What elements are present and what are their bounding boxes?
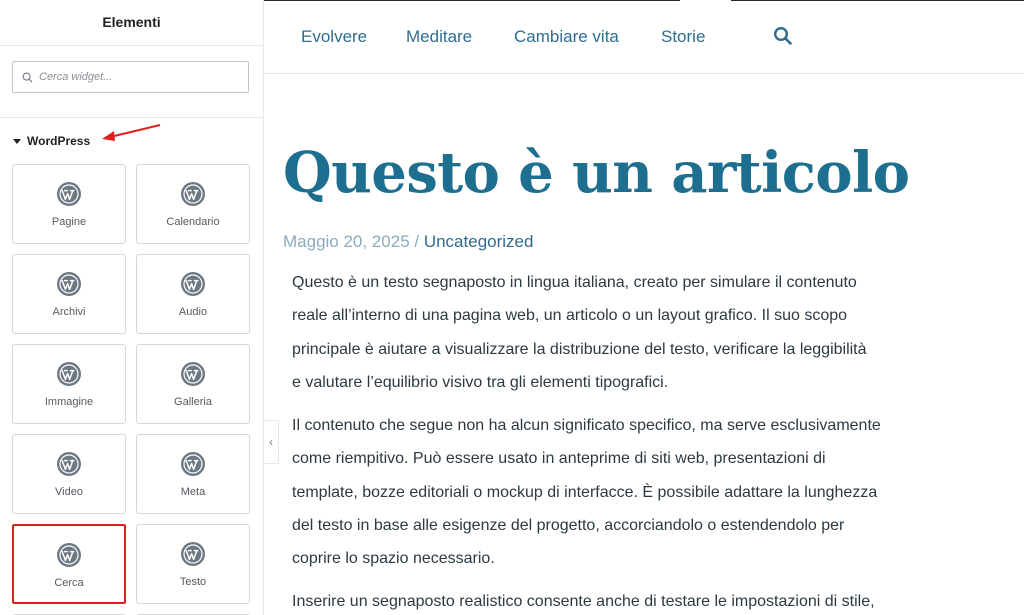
wordpress-icon bbox=[56, 451, 82, 477]
body-line: Questo è un testo segnaposto in lingua i… bbox=[292, 274, 857, 291]
widget-label: Video bbox=[55, 486, 83, 498]
widget-tile[interactable]: Video bbox=[12, 434, 126, 514]
widget-search-area bbox=[0, 46, 263, 118]
wordpress-icon bbox=[56, 271, 82, 297]
body-line: del testo in base alle esigenze del prog… bbox=[292, 517, 845, 534]
body-line: reale all’interno di una pagina web, un … bbox=[292, 307, 848, 324]
chevron-left-icon: ‹ bbox=[269, 435, 273, 449]
wordpress-icon bbox=[56, 542, 82, 568]
wordpress-icon bbox=[180, 181, 206, 207]
meta-separator: / bbox=[409, 232, 424, 251]
widget-label: Archivi bbox=[52, 306, 86, 318]
wordpress-icon bbox=[180, 271, 206, 297]
widget-tile[interactable]: Galleria bbox=[136, 344, 250, 424]
widget-label: Calendario bbox=[166, 216, 220, 228]
widget-label: Immagine bbox=[44, 396, 94, 408]
category-wordpress-toggle[interactable]: WordPress bbox=[13, 134, 90, 148]
widget-label: Pagine bbox=[51, 216, 87, 228]
widget-tile[interactable]: Testo bbox=[136, 524, 250, 604]
nav-item-storie[interactable]: Storie bbox=[661, 27, 705, 47]
nav-item-cambiare-vita[interactable]: Cambiare vita bbox=[514, 27, 619, 47]
site-navigation: Evolvere Meditare Cambiare vita Storie bbox=[264, 0, 1024, 74]
wordpress-icon bbox=[56, 361, 82, 387]
wordpress-icon bbox=[180, 451, 206, 477]
widget-tile[interactable]: Archivi bbox=[12, 254, 126, 334]
body-line: Inserire un segnaposto realistico consen… bbox=[292, 593, 875, 610]
widget-tile[interactable]: Meta bbox=[136, 434, 250, 514]
body-line: come riempitivo. Può essere usato in ant… bbox=[292, 450, 826, 467]
widget-label: Meta bbox=[180, 486, 206, 498]
widget-search-box[interactable] bbox=[12, 61, 249, 93]
wordpress-icon bbox=[180, 361, 206, 387]
collapse-panel-button[interactable]: ‹ bbox=[264, 420, 279, 464]
widget-tile[interactable]: Cerca bbox=[12, 524, 126, 604]
widget-grid: Pagine Calendario Archivi Audio Immagine Gall… bbox=[12, 164, 250, 615]
widget-label: Cerca bbox=[54, 577, 84, 589]
wordpress-icon bbox=[56, 181, 82, 207]
search-icon[interactable] bbox=[773, 26, 793, 46]
panel-header: Elementi bbox=[0, 0, 263, 46]
panel-title: Elementi bbox=[102, 13, 161, 30]
article-category-link[interactable]: Uncategorized bbox=[424, 232, 534, 251]
article-date: Maggio 20, 2025 bbox=[283, 232, 410, 251]
body-line: coprire lo spazio necessario. bbox=[292, 550, 495, 567]
nav-item-evolvere[interactable]: Evolvere bbox=[301, 27, 367, 47]
widget-label: Galleria bbox=[174, 396, 212, 408]
article-meta: Maggio 20, 2025 / Uncategorized bbox=[283, 232, 533, 252]
article-title: Questo è un articolo bbox=[283, 140, 910, 206]
body-line: e valutare l’equilibrio visivo tra gli e… bbox=[292, 374, 669, 391]
widget-search-input[interactable] bbox=[39, 71, 229, 83]
body-line: principale è aiutare a visualizzare la d… bbox=[292, 341, 867, 358]
body-line: Il contenuto che segue non ha alcun sign… bbox=[292, 417, 881, 434]
widget-label: Testo bbox=[179, 576, 207, 588]
wordpress-icon bbox=[180, 541, 206, 567]
widget-tile[interactable]: Immagine bbox=[12, 344, 126, 424]
category-label: WordPress bbox=[27, 134, 91, 148]
widget-tile[interactable]: Pagine bbox=[12, 164, 126, 244]
elements-panel: Elementi WordPress Pagine Calendario Archi… bbox=[0, 0, 264, 615]
body-line: template, bozze editoriali o mockup di i… bbox=[292, 484, 878, 501]
widget-tile[interactable]: Audio bbox=[136, 254, 250, 334]
search-icon bbox=[22, 72, 33, 83]
caret-down-icon bbox=[13, 138, 21, 144]
widget-label: Audio bbox=[178, 306, 208, 318]
annotation-arrow-icon bbox=[102, 124, 161, 141]
nav-item-meditare[interactable]: Meditare bbox=[406, 27, 472, 47]
widget-tile[interactable]: Calendario bbox=[136, 164, 250, 244]
